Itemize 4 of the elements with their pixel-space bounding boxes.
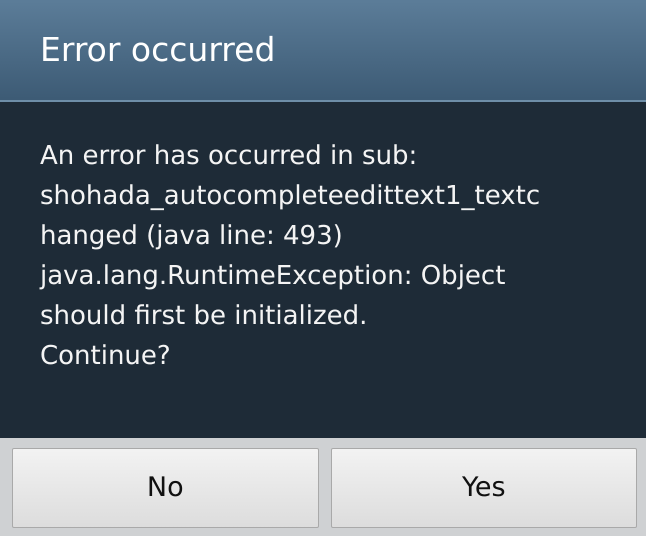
yes-button[interactable]: Yes	[330, 448, 637, 528]
dialog-title: Error occurred	[40, 29, 276, 72]
no-button[interactable]: No	[12, 448, 318, 528]
error-message: An error has occurred in sub: shohada_autocompleteedittext1_textc hanged (java line: 493) java.lang.RuntimeException: Object should first be initialized. Continue?	[40, 140, 542, 373]
